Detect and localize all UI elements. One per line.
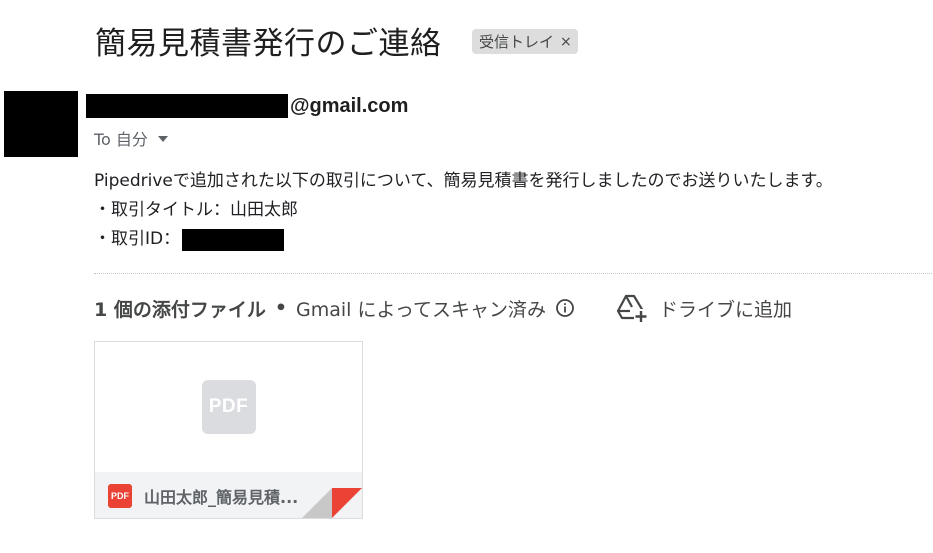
email-body: Pipedriveで追加された以下の取引について、簡易見積書を発行しましたのでお… bbox=[94, 167, 833, 254]
scan-status: Gmail によってスキャン済み bbox=[296, 298, 546, 321]
info-icon[interactable] bbox=[555, 298, 575, 318]
add-to-drive-button[interactable]: ドライブに追加 bbox=[615, 293, 792, 323]
inbox-label-chip[interactable]: 受信トレイ × bbox=[472, 29, 578, 54]
remove-label-icon[interactable]: × bbox=[560, 34, 572, 50]
recipient-details-toggle[interactable]: To 自分 bbox=[94, 126, 168, 150]
sender-row: @gmail.com bbox=[86, 94, 408, 118]
pdf-preview-icon: PDF bbox=[201, 380, 256, 434]
attachments-divider bbox=[94, 273, 932, 274]
attachment-preview[interactable]: PDF bbox=[95, 342, 362, 472]
inbox-label-text: 受信トレイ bbox=[479, 33, 555, 51]
body-line-deal-id: ・取引ID： bbox=[94, 225, 833, 254]
chevron-down-icon[interactable] bbox=[157, 136, 168, 142]
deal-id-label: ・取引ID： bbox=[94, 229, 181, 249]
page-fold-icon bbox=[302, 488, 362, 518]
redacted-deal-id bbox=[182, 228, 285, 251]
sender-avatar[interactable] bbox=[4, 91, 78, 157]
body-line-intro: Pipedriveで追加された以下の取引について、簡易見積書を発行しましたのでお… bbox=[94, 171, 833, 191]
email-subject: 簡易見積書発行のご連絡 bbox=[95, 26, 442, 62]
attachment-file-name: 山田太郎_簡易見積... bbox=[144, 488, 299, 507]
attachments-header: 1 個の添付ファイル • Gmail によってスキャン済み ドライブに追加 bbox=[94, 293, 792, 323]
body-line-deal-title: ・取引タイトル：山田太郎 bbox=[94, 200, 298, 220]
redacted-sender-name bbox=[86, 94, 288, 118]
attachment-count: 1 個の添付ファイル bbox=[94, 298, 266, 321]
recipient-text: To 自分 bbox=[94, 130, 148, 149]
pdf-file-type-icon: PDF bbox=[108, 484, 132, 508]
attachment-card[interactable]: PDF PDF 山田太郎_簡易見積... bbox=[94, 341, 363, 519]
header-separator: • bbox=[274, 297, 287, 319]
sender-email-domain: @gmail.com bbox=[290, 94, 409, 117]
drive-add-icon bbox=[616, 294, 648, 323]
add-to-drive-label: ドライブに追加 bbox=[658, 298, 792, 321]
